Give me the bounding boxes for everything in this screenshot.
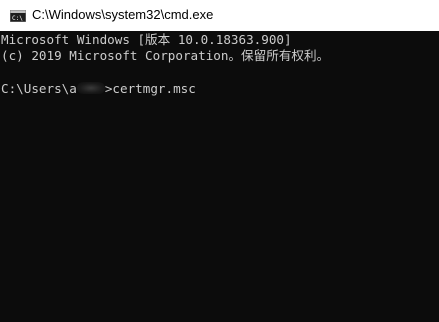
svg-text:C:\: C:\	[12, 15, 23, 22]
title-bar[interactable]: C:\ C:\Windows\system32\cmd.exe	[0, 0, 439, 31]
console-line-copyright: (c) 2019 Microsoft Corporation。保留所有权利。	[1, 48, 330, 63]
prompt-path-prefix: C:\Users\a	[1, 81, 77, 96]
cmd-console-icon: C:\	[9, 9, 27, 23]
window-title: C:\Windows\system32\cmd.exe	[32, 7, 214, 22]
console-prompt-line: C:\Users\a >certmgr.msc	[1, 81, 196, 97]
console-output[interactable]: Microsoft Windows [版本 10.0.18363.900] (c…	[0, 31, 439, 322]
console-line-version: Microsoft Windows [版本 10.0.18363.900]	[1, 32, 292, 47]
redacted-username	[76, 82, 105, 94]
prompt-command: >certmgr.msc	[104, 81, 196, 96]
cmd-window: C:\ C:\Windows\system32\cmd.exe Microsof…	[0, 0, 439, 322]
